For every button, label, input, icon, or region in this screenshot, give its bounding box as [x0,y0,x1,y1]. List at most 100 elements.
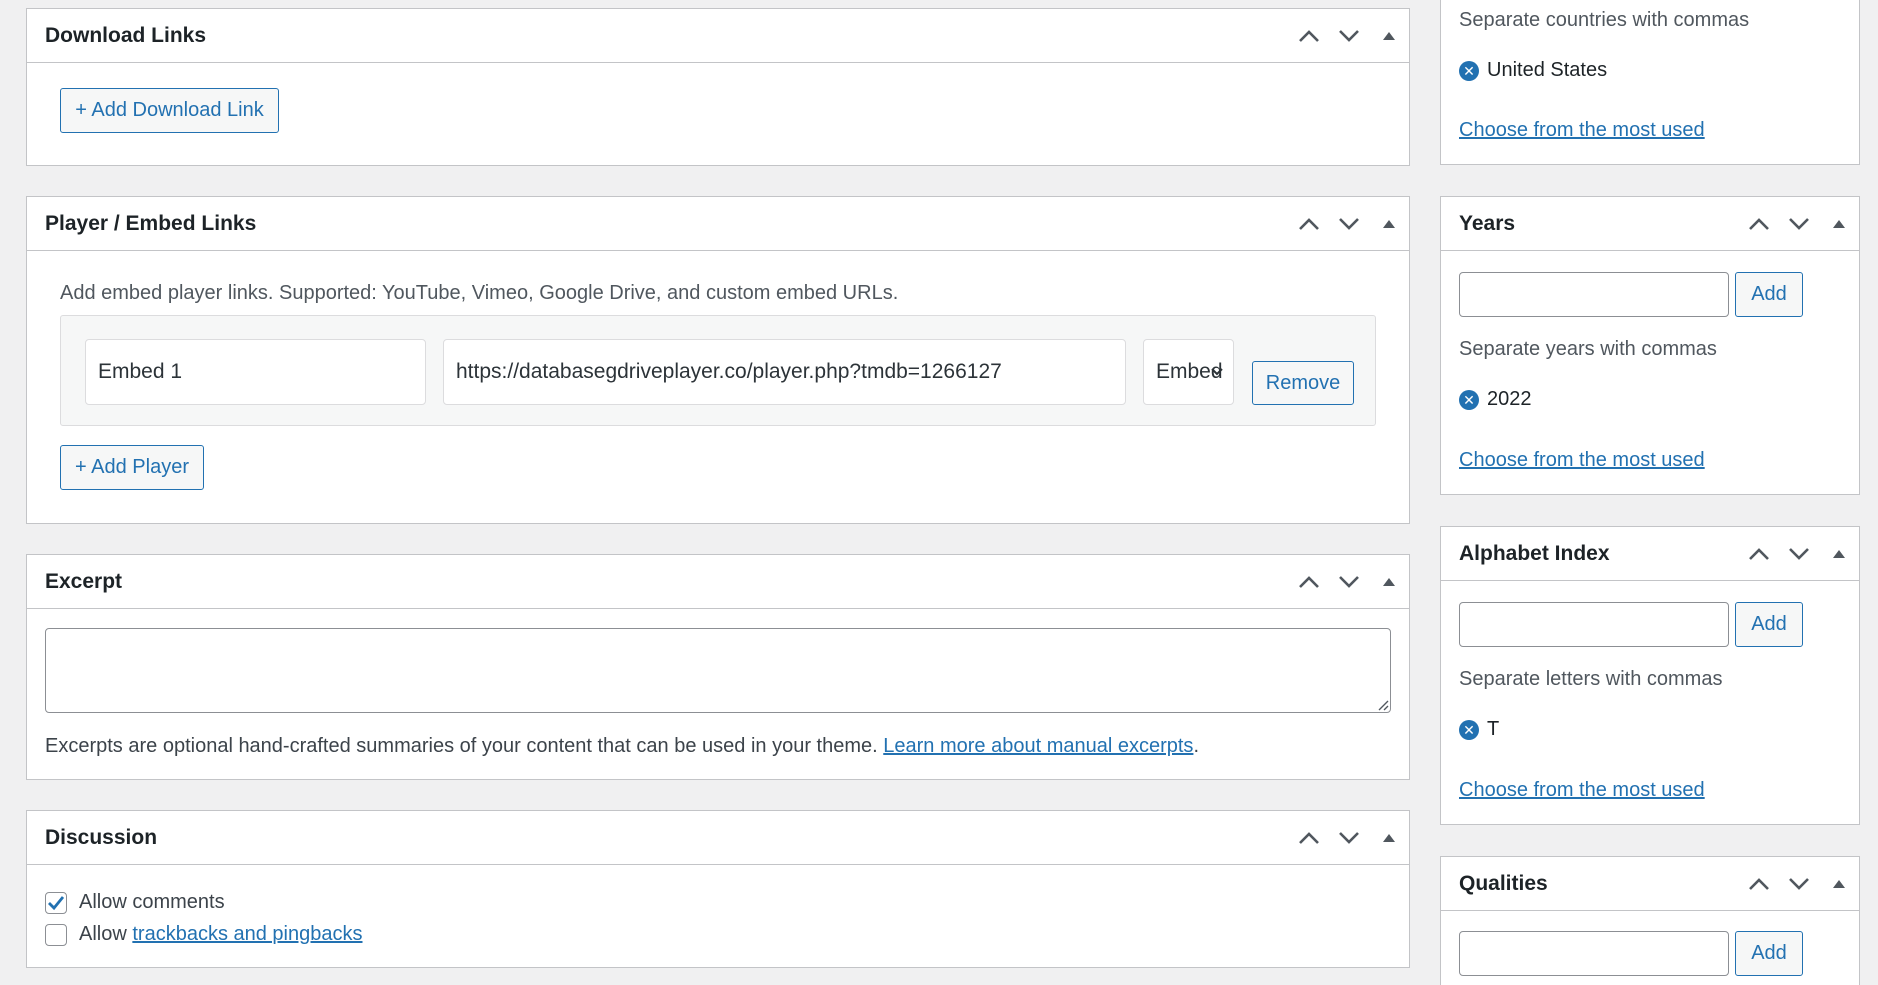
postbox-header: Years [1441,197,1859,251]
countries-box: Separate countries with commas ✕ United … [1440,0,1860,165]
chevron-down-icon [1789,547,1809,560]
allow-trackbacks-label: Allow [79,923,133,945]
years-hint: Separate years with commas [1459,338,1717,360]
allow-comments-checkbox[interactable] [45,891,67,914]
postbox-title: Download Links [45,23,207,47]
excerpt-textarea[interactable] [45,628,1391,713]
triangle-up-icon [1833,879,1845,888]
chevron-down-icon [1211,368,1223,376]
toggle-panel-button[interactable] [1369,9,1409,63]
move-up-button[interactable] [1739,527,1779,581]
learn-more-excerpts-link[interactable]: Learn more about manual excerpts [883,735,1193,757]
player-row: Embed 1 https://databasegdriveplayer.co/… [60,315,1376,426]
triangle-up-icon [1383,219,1395,228]
postbox-title: Player / Embed Links [45,211,257,235]
triangle-up-icon [1383,833,1395,842]
tag-label: 2022 [1487,388,1532,410]
checkmark-icon [48,895,65,910]
triangle-up-icon [1833,549,1845,558]
allow-trackbacks-checkbox[interactable] [45,923,67,946]
postbox-header: Qualities [1441,857,1859,911]
postbox-title: Years [1459,211,1516,235]
handle-actions [1289,197,1409,250]
move-up-button[interactable] [1739,857,1779,911]
years-input[interactable] [1459,272,1729,317]
allow-trackbacks-row: Allow trackbacks and pingbacks [45,923,363,946]
postbox-header: Player / Embed Links [27,197,1409,251]
move-up-button[interactable] [1289,9,1329,63]
alphabet-add-button[interactable]: Add [1735,602,1803,647]
player-type-select[interactable]: Embed [1143,339,1234,405]
resize-handle-icon [1378,700,1389,711]
add-download-link-button[interactable]: + Add Download Link [60,88,279,133]
handle-actions [1739,197,1859,250]
move-down-button[interactable] [1779,857,1819,911]
chevron-up-icon [1749,877,1769,890]
trackbacks-link[interactable]: trackbacks and pingbacks [132,923,362,946]
player-embed-links-box: Player / Embed Links Add embed player li… [26,196,1410,524]
years-add-button[interactable]: Add [1735,272,1803,317]
remove-tag-icon[interactable]: ✕ [1459,719,1479,740]
chevron-up-icon [1749,217,1769,230]
years-box: Years Add Separate years with commas ✕ 2… [1440,196,1860,495]
move-down-button[interactable] [1329,811,1369,865]
handle-actions [1739,857,1859,910]
chevron-down-icon [1339,831,1359,844]
chevron-down-icon [1339,575,1359,588]
toggle-panel-button[interactable] [1819,857,1859,911]
excerpt-help-text: Excerpts are optional hand-crafted summa… [45,735,878,757]
move-up-button[interactable] [1289,811,1329,865]
handle-actions [1739,527,1859,580]
move-down-button[interactable] [1329,555,1369,609]
choose-most-used-link[interactable]: Choose from the most used [1459,779,1705,802]
handle-actions [1289,9,1409,62]
alphabet-input[interactable] [1459,602,1729,647]
tag-item: ✕ T [1459,718,1499,741]
postbox-title: Excerpt [45,569,123,593]
excerpt-box: Excerpt Excerpts are optional hand-craft… [26,554,1410,780]
move-down-button[interactable] [1779,197,1819,251]
postbox-title: Discussion [45,825,158,849]
postbox-header: Alphabet Index [1441,527,1859,581]
chevron-up-icon [1299,575,1319,588]
toggle-panel-button[interactable] [1819,197,1859,251]
move-up-button[interactable] [1289,555,1329,609]
move-up-button[interactable] [1739,197,1779,251]
countries-hint: Separate countries with commas [1459,9,1750,31]
qualities-input[interactable] [1459,931,1729,976]
remove-tag-icon[interactable]: ✕ [1459,60,1479,81]
move-up-button[interactable] [1289,197,1329,251]
toggle-panel-button[interactable] [1369,197,1409,251]
move-down-button[interactable] [1329,9,1369,63]
toggle-panel-button[interactable] [1369,811,1409,865]
tag-item: ✕ United States [1459,59,1607,82]
player-url-input[interactable]: https://databasegdriveplayer.co/player.p… [443,339,1126,405]
download-links-box: Download Links + Add Download Link [26,8,1410,166]
tag-item: ✕ 2022 [1459,388,1532,411]
toggle-panel-button[interactable] [1369,555,1409,609]
chevron-down-icon [1339,29,1359,42]
discussion-box: Discussion Allow comments Allow trackbac… [26,810,1410,968]
tag-label: T [1487,718,1500,740]
postbox-title: Alphabet Index [1459,541,1610,565]
qualities-add-button[interactable]: Add [1735,931,1803,976]
remove-tag-icon[interactable]: ✕ [1459,389,1479,410]
choose-most-used-link[interactable]: Choose from the most used [1459,449,1705,472]
move-down-button[interactable] [1779,527,1819,581]
chevron-down-icon [1339,217,1359,230]
remove-player-button[interactable]: Remove [1252,361,1354,405]
chevron-down-icon [1789,217,1809,230]
add-player-button[interactable]: + Add Player [60,445,204,490]
player-description: Add embed player links. Supported: YouTu… [60,282,899,304]
toggle-panel-button[interactable] [1819,527,1859,581]
alphabet-hint: Separate letters with commas [1459,668,1723,690]
choose-most-used-link[interactable]: Choose from the most used [1459,119,1705,142]
handle-actions [1289,555,1409,608]
allow-comments-row: Allow comments [45,891,225,914]
postbox-header: Discussion [27,811,1409,865]
excerpt-help: Excerpts are optional hand-crafted summa… [45,735,1199,758]
player-name-input[interactable]: Embed 1 [85,339,426,405]
chevron-up-icon [1299,217,1319,230]
move-down-button[interactable] [1329,197,1369,251]
excerpt-help-end: . [1193,735,1199,757]
